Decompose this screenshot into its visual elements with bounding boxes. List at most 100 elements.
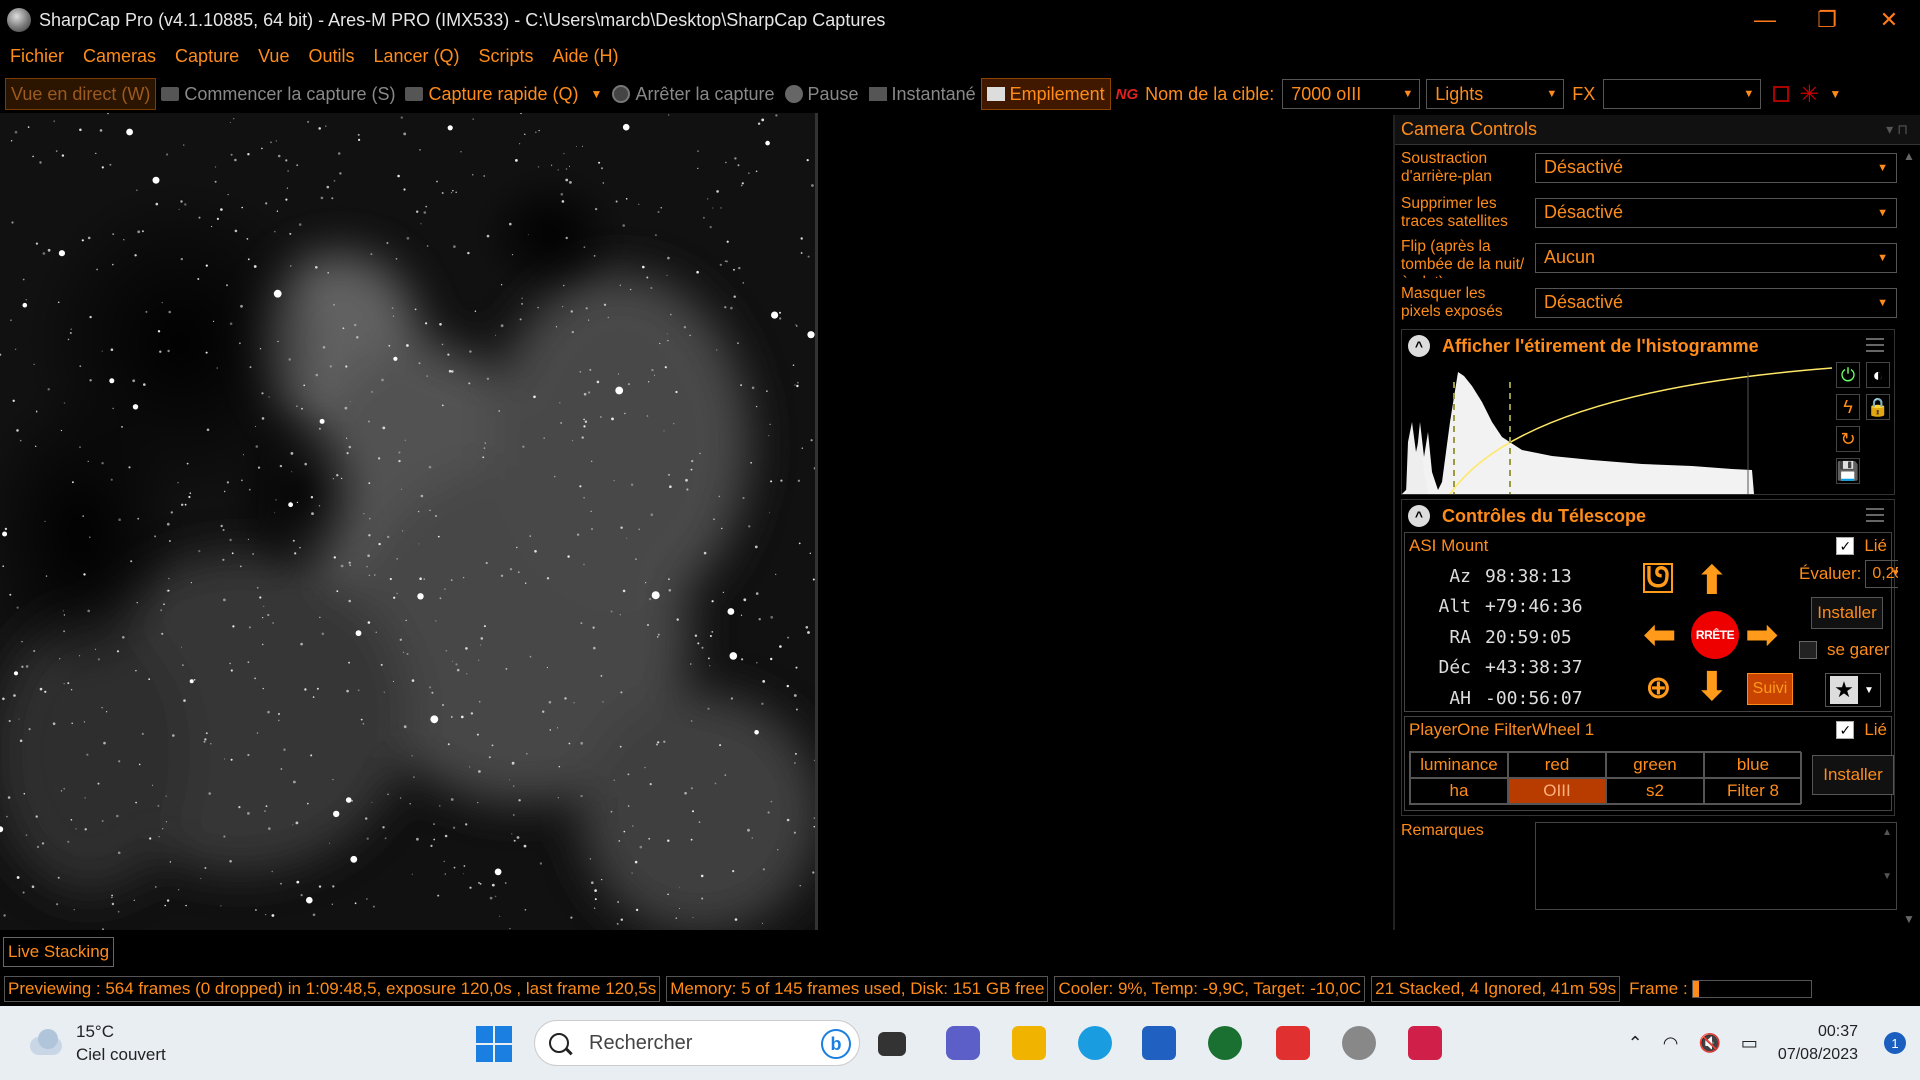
wifi-icon[interactable]: ◠ xyxy=(1663,1033,1679,1054)
frame-type-select[interactable]: Lights ▼ xyxy=(1426,79,1565,109)
menu-capture[interactable]: Capture xyxy=(175,46,239,67)
menu-outils[interactable]: Outils xyxy=(308,46,354,67)
target-name-select[interactable]: 7000 oIII ▼ xyxy=(1282,79,1421,109)
save-icon[interactable]: 💾 xyxy=(1836,458,1860,484)
live-view-button[interactable]: Vue en direct (W) xyxy=(5,78,157,110)
histogram-plot[interactable] xyxy=(1402,362,1832,494)
chevron-up-icon[interactable]: ⌃ xyxy=(1628,1033,1643,1054)
star-select[interactable]: ★ ▼ xyxy=(1825,673,1881,707)
filter-button[interactable]: Filter 8 xyxy=(1704,778,1802,804)
mount-coordinates: Az 98:38:13 Alt +79:46:36 RA 20:59:05 Déc +4… xyxy=(1407,561,1637,714)
mount-install-button[interactable]: Installer xyxy=(1811,597,1883,629)
phd2-icon[interactable] xyxy=(1208,1026,1242,1060)
filterwheel-linked-checkbox[interactable]: ✓ Lié xyxy=(1836,720,1887,740)
menu-lancer[interactable]: Lancer (Q) xyxy=(373,46,459,67)
lightning-icon[interactable]: ϟ xyxy=(1836,394,1860,420)
lock-icon[interactable]: 🔒 xyxy=(1866,394,1890,420)
weather-widget[interactable]: 15°C Ciel couvert xyxy=(26,1020,166,1066)
reticle-icon[interactable] xyxy=(1773,86,1790,102)
filter-button[interactable]: ha xyxy=(1410,778,1508,804)
tab-live-stacking[interactable]: Live Stacking xyxy=(3,937,115,967)
stop-capture-button[interactable]: Arrêter la capture xyxy=(607,78,779,110)
chevron-down-icon[interactable]: ▼ xyxy=(591,87,603,101)
filter-button-selected[interactable]: OIII xyxy=(1508,778,1606,804)
telescope-header[interactable]: ^ Contrôles du Télescope xyxy=(1402,500,1894,532)
scroll-arrows-icon[interactable]: ▲ ▼ xyxy=(1882,827,1892,882)
battery-icon[interactable]: ▭ xyxy=(1741,1033,1758,1054)
app-pink-icon[interactable] xyxy=(1408,1026,1442,1060)
arrow-right-icon[interactable]: ➡ xyxy=(1745,615,1779,655)
hot-pixels-select[interactable]: Désactivé ▼ xyxy=(1535,287,1897,318)
fx-select[interactable]: ▼ xyxy=(1603,79,1762,109)
remarks-textarea[interactable]: ▲ ▼ xyxy=(1535,822,1897,910)
histogram-view[interactable]: ⏻ ◐ ϟ 🔒 ↻ 💾 xyxy=(1402,362,1894,494)
edge-icon[interactable] xyxy=(1078,1026,1112,1060)
tracking-button[interactable]: Suivi xyxy=(1747,673,1793,705)
speaker-muted-icon[interactable]: 🔇 xyxy=(1698,1033,1720,1054)
menu-icon[interactable] xyxy=(1866,508,1884,522)
menu-aide[interactable]: Aide (H) xyxy=(553,46,619,67)
flip-select[interactable]: Aucun ▼ xyxy=(1535,242,1897,273)
reset-icon[interactable]: ↻ xyxy=(1836,426,1860,452)
file-explorer-icon[interactable] xyxy=(1012,1026,1046,1060)
ng-icon: NG xyxy=(1115,85,1139,103)
background-subtraction-select[interactable]: Désactivé ▼ xyxy=(1535,152,1897,183)
setting-satellite-trails: Supprimer les traces satellites Désactiv… xyxy=(1395,190,1920,235)
bing-icon[interactable]: b xyxy=(821,1029,851,1059)
start-capture-button[interactable]: Commencer la capture (S) xyxy=(156,78,400,110)
notification-badge[interactable]: 1 xyxy=(1884,1032,1906,1054)
histogram-header[interactable]: ^ Afficher l'étirement de l'histogramme xyxy=(1402,330,1894,362)
power-icon[interactable]: ⏻ xyxy=(1836,362,1860,388)
restore-button[interactable]: ❐ xyxy=(1796,0,1858,40)
filter-button[interactable]: luminance xyxy=(1410,752,1508,778)
collapse-icon[interactable]: ^ xyxy=(1408,335,1430,357)
menu-icon[interactable] xyxy=(1866,338,1884,352)
windows-start-icon[interactable] xyxy=(476,1026,512,1062)
taskbar-search[interactable]: Rechercher b xyxy=(534,1020,860,1066)
star-icon: ★ xyxy=(1830,676,1858,704)
mount-linked-checkbox[interactable]: ✓ Lié xyxy=(1836,536,1887,556)
menu-fichier[interactable]: Fichier xyxy=(10,46,64,67)
teams-icon[interactable] xyxy=(946,1026,980,1060)
arrow-up-icon[interactable]: ⬆ xyxy=(1695,561,1729,601)
arrow-left-icon[interactable]: ⬅ xyxy=(1643,615,1677,655)
minimize-button[interactable]: — xyxy=(1734,0,1796,40)
menu-vue[interactable]: Vue xyxy=(258,46,289,67)
stop-slew-button[interactable]: RRÊTE xyxy=(1691,611,1739,659)
task-view-icon[interactable] xyxy=(878,1032,906,1056)
crosshair-icon[interactable]: ✳ xyxy=(1799,80,1819,109)
spiral-search-icon[interactable]: ᘎ xyxy=(1643,563,1673,593)
filter-button[interactable]: blue xyxy=(1704,752,1802,778)
collapse-icon[interactable]: ^ xyxy=(1408,505,1430,527)
menu-scripts[interactable]: Scripts xyxy=(479,46,534,67)
filter-button[interactable]: s2 xyxy=(1606,778,1704,804)
scroll-down-icon[interactable]: ▼ xyxy=(1903,912,1915,926)
target-icon[interactable]: ⊕ xyxy=(1645,667,1672,707)
park-checkbox[interactable]: se garer xyxy=(1799,635,1895,665)
status-frame: Frame : xyxy=(1626,976,1815,1002)
image-viewport[interactable] xyxy=(0,113,815,930)
filter-button[interactable]: red xyxy=(1508,752,1606,778)
quick-capture-button[interactable]: Capture rapide (Q) ▼ xyxy=(400,78,607,110)
store-icon[interactable] xyxy=(1142,1026,1176,1060)
arrow-down-icon[interactable]: ⬇ xyxy=(1695,667,1729,707)
close-button[interactable]: ✕ xyxy=(1858,0,1920,40)
scroll-up-icon[interactable]: ▲ xyxy=(1903,149,1915,163)
satellite-trails-select[interactable]: Désactivé ▼ xyxy=(1535,197,1897,228)
sharpcap-taskbar-icon[interactable] xyxy=(1342,1026,1376,1060)
panel-scrollbar[interactable]: ▲ ▼ xyxy=(1898,145,1920,930)
menu-cameras[interactable]: Cameras xyxy=(83,46,156,67)
chevron-down-icon[interactable]: ▼ xyxy=(1829,87,1841,101)
ng-badge[interactable]: NG xyxy=(1111,78,1144,110)
contrast-icon[interactable]: ◐ xyxy=(1866,362,1890,388)
pin-icon[interactable]: ▾ ⊓ xyxy=(1886,121,1908,138)
pause-button[interactable]: Pause xyxy=(780,78,864,110)
filter-grid: luminance red green blue ha OIII s2 Filt… xyxy=(1409,751,1802,805)
stacking-button[interactable]: Empilement xyxy=(980,78,1111,110)
snapshot-button[interactable]: Instantané xyxy=(864,78,981,110)
app-red-icon[interactable] xyxy=(1276,1026,1310,1060)
filter-button[interactable]: green xyxy=(1606,752,1704,778)
filterwheel-install-button[interactable]: Installer xyxy=(1812,755,1894,795)
bottom-tab-strip: Live Stacking xyxy=(0,930,1920,972)
clock[interactable]: 00:37 07/08/2023 xyxy=(1778,1020,1858,1066)
